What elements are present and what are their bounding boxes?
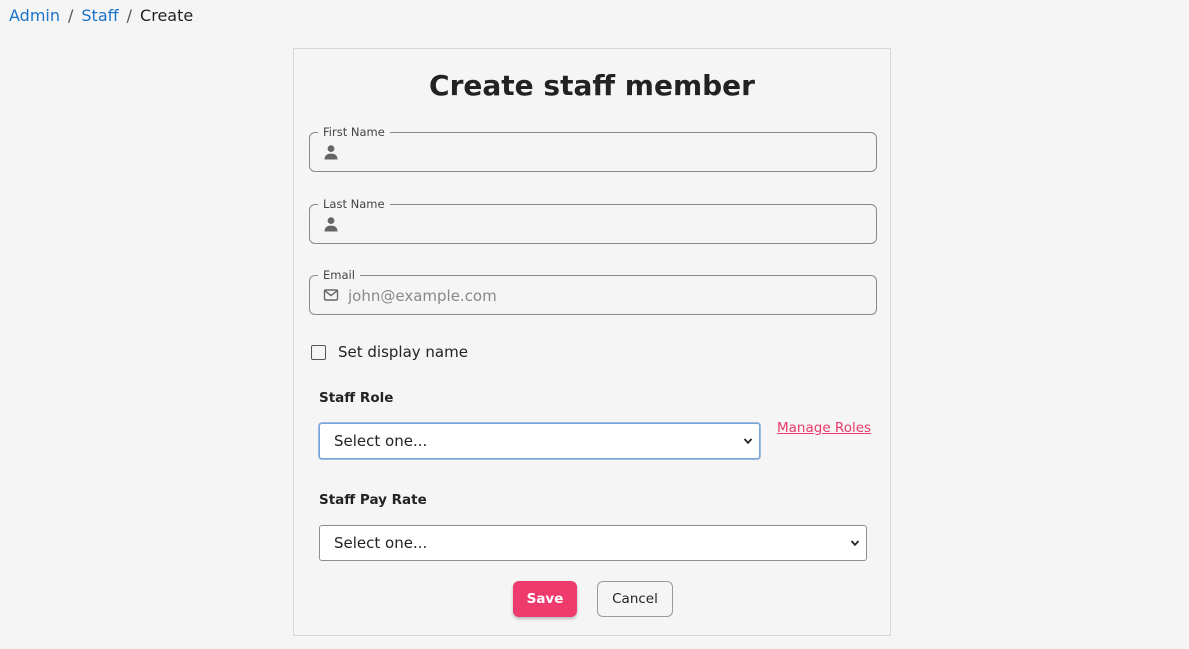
cancel-button[interactable]: Cancel	[597, 581, 673, 617]
breadcrumb-admin-link[interactable]: Admin	[9, 6, 60, 25]
email-input[interactable]	[346, 282, 870, 310]
last-name-field[interactable]: Last Name	[309, 197, 877, 244]
chevron-down-icon	[743, 438, 753, 445]
set-display-name-checkbox[interactable]	[311, 344, 326, 360]
breadcrumb-separator: /	[68, 6, 74, 25]
staff-pay-rate-select[interactable]: Select one...	[319, 525, 867, 561]
mail-icon	[323, 289, 339, 301]
set-display-name-checkbox-row[interactable]: Set display name	[311, 343, 468, 361]
staff-pay-rate-selected-value: Select one...	[334, 534, 428, 552]
breadcrumb-separator: /	[126, 6, 133, 25]
first-name-label: First Name	[318, 125, 390, 139]
staff-role-select[interactable]: Select one...	[319, 423, 760, 459]
staff-pay-rate-label: Staff Pay Rate	[319, 492, 427, 508]
last-name-label: Last Name	[318, 197, 390, 211]
chevron-down-icon	[850, 540, 860, 547]
breadcrumb: Admin / Staff / Create	[9, 6, 193, 25]
page-title: Create staff member	[429, 69, 755, 102]
staff-role-label: Staff Role	[319, 390, 394, 406]
last-name-input[interactable]	[346, 211, 870, 239]
email-label: Email	[318, 268, 360, 282]
person-icon	[324, 217, 338, 232]
first-name-input[interactable]	[346, 139, 870, 167]
save-button[interactable]: Save	[513, 581, 577, 617]
breadcrumb-current: Create	[140, 6, 194, 25]
breadcrumb-staff-link[interactable]: Staff	[81, 6, 118, 25]
person-icon	[324, 145, 338, 160]
first-name-field[interactable]: First Name	[309, 125, 877, 172]
manage-roles-link[interactable]: Manage Roles	[777, 420, 871, 436]
staff-role-selected-value: Select one...	[334, 432, 428, 450]
email-field[interactable]: Email	[309, 268, 877, 315]
set-display-name-label: Set display name	[338, 343, 468, 361]
create-staff-form: Create staff member First Name Last Name…	[293, 48, 891, 636]
